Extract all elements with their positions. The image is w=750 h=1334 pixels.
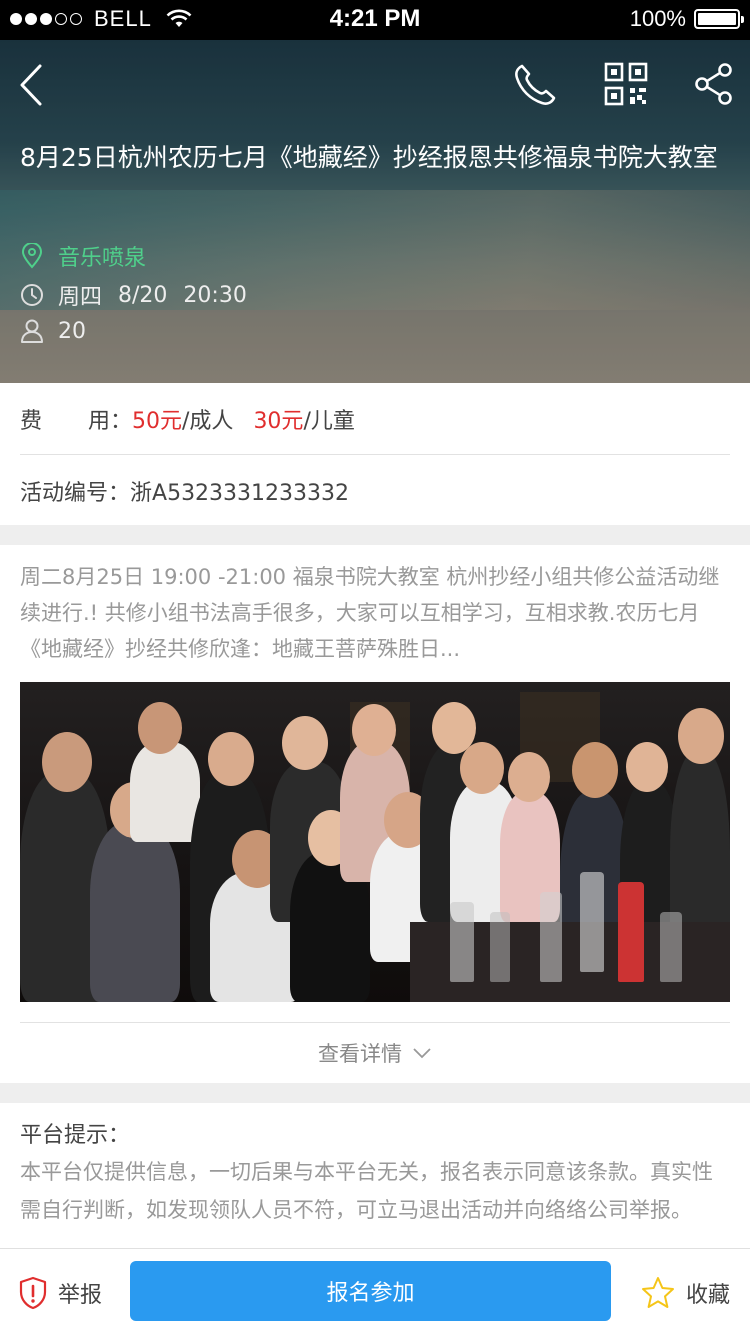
person-icon <box>21 319 43 343</box>
join-button[interactable]: 报名参加 <box>130 1261 611 1321</box>
event-description: 周二8月25日 19:00 -21:00 福泉书院大教室 杭州抄经小组共修公益活… <box>20 565 720 661</box>
warning-shield-icon <box>19 1276 47 1310</box>
event-code-row: 活动编号： 浙A5323331233332 <box>20 473 349 509</box>
star-icon <box>642 1277 674 1308</box>
divider <box>20 1022 730 1023</box>
qr-code-icon[interactable] <box>604 62 648 106</box>
event-code-value: 浙A5323331233332 <box>130 481 350 506</box>
event-photo[interactable] <box>20 682 730 1002</box>
view-details-link[interactable]: 查看详情 <box>0 1035 750 1071</box>
divider <box>20 454 730 455</box>
fee-label-suffix: 用： <box>88 409 133 434</box>
bottom-action-bar: 举报 报名参加 收藏 <box>0 1248 750 1334</box>
chevron-left-icon[interactable] <box>16 62 48 108</box>
event-time: 20:30 <box>183 282 247 308</box>
battery-icon <box>694 9 744 29</box>
description-card: 周二8月25日 19:00 -21:00 福泉书院大教室 杭州抄经小组共修公益活… <box>0 545 750 1083</box>
clock-icon <box>21 284 43 306</box>
battery-percent: 100% <box>629 6 686 31</box>
event-hero: 8月25日杭州农历七月《地藏经》抄经报恩共修福泉书院大教室 音乐喷泉 周四 8/… <box>0 40 750 383</box>
event-date: 8/20 <box>118 282 168 308</box>
event-participants: 20 <box>58 318 86 344</box>
fee-card: 费 用： 50元 /成人 30元 /儿童 活动编号： 浙A53233312333… <box>0 383 750 525</box>
fee-label: 费 <box>20 409 43 434</box>
platform-tip-title: 平台提示： <box>20 1123 131 1148</box>
report-label: 举报 <box>58 1283 103 1308</box>
phone-icon[interactable] <box>512 62 558 108</box>
view-details-label: 查看详情 <box>318 1042 402 1066</box>
event-location-row[interactable]: 音乐喷泉 <box>20 240 146 272</box>
status-right: 100% <box>629 6 744 32</box>
event-title: 8月25日杭州农历七月《地藏经》抄经报恩共修福泉书院大教室 <box>20 143 718 172</box>
child-price: 30元 <box>253 409 304 434</box>
fee-row: 费 用： 50元 /成人 30元 /儿童 <box>20 401 355 437</box>
event-participants-row: 20 <box>20 318 86 344</box>
event-weekday: 周四 <box>58 285 103 310</box>
share-icon[interactable] <box>694 62 734 106</box>
adult-price: 50元 <box>132 409 183 434</box>
event-time-row: 周四 8/20 20:30 <box>20 279 247 311</box>
platform-tip-text: 本平台仅提供信息，一切后果与本平台无关，报名表示同意该条款。真实性需自行判断，如… <box>20 1160 713 1222</box>
event-location: 音乐喷泉 <box>58 246 147 271</box>
status-bar: BELL 4:21 PM 100% <box>0 0 750 40</box>
chevron-down-icon <box>413 1048 431 1059</box>
favorite-button[interactable]: 收藏 <box>640 1273 730 1313</box>
report-button[interactable]: 举报 <box>18 1273 102 1313</box>
child-unit: /儿童 <box>303 409 355 434</box>
event-code-label: 活动编号： <box>20 481 131 506</box>
favorite-label: 收藏 <box>686 1283 731 1308</box>
adult-unit: /成人 <box>182 409 234 434</box>
location-pin-icon <box>21 243 43 269</box>
